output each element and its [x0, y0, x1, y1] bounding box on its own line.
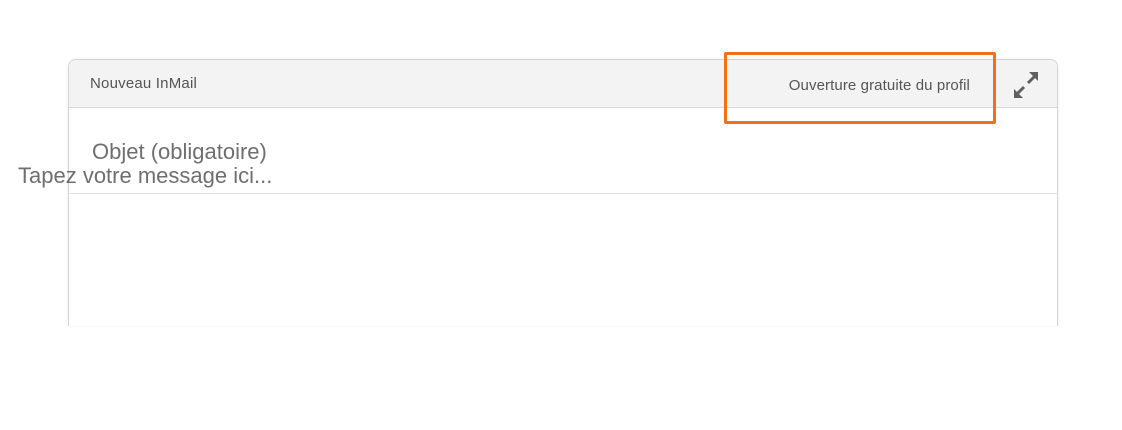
- compose-header: Nouveau InMail Ouverture gratuite du pro…: [69, 60, 1057, 108]
- expand-button[interactable]: [1010, 69, 1042, 101]
- expand-arrows-icon: [1014, 72, 1038, 98]
- compose-title: Nouveau InMail: [90, 75, 198, 92]
- message-textarea[interactable]: [18, 163, 958, 259]
- free-profile-open-label: Ouverture gratuite du profil: [788, 77, 970, 94]
